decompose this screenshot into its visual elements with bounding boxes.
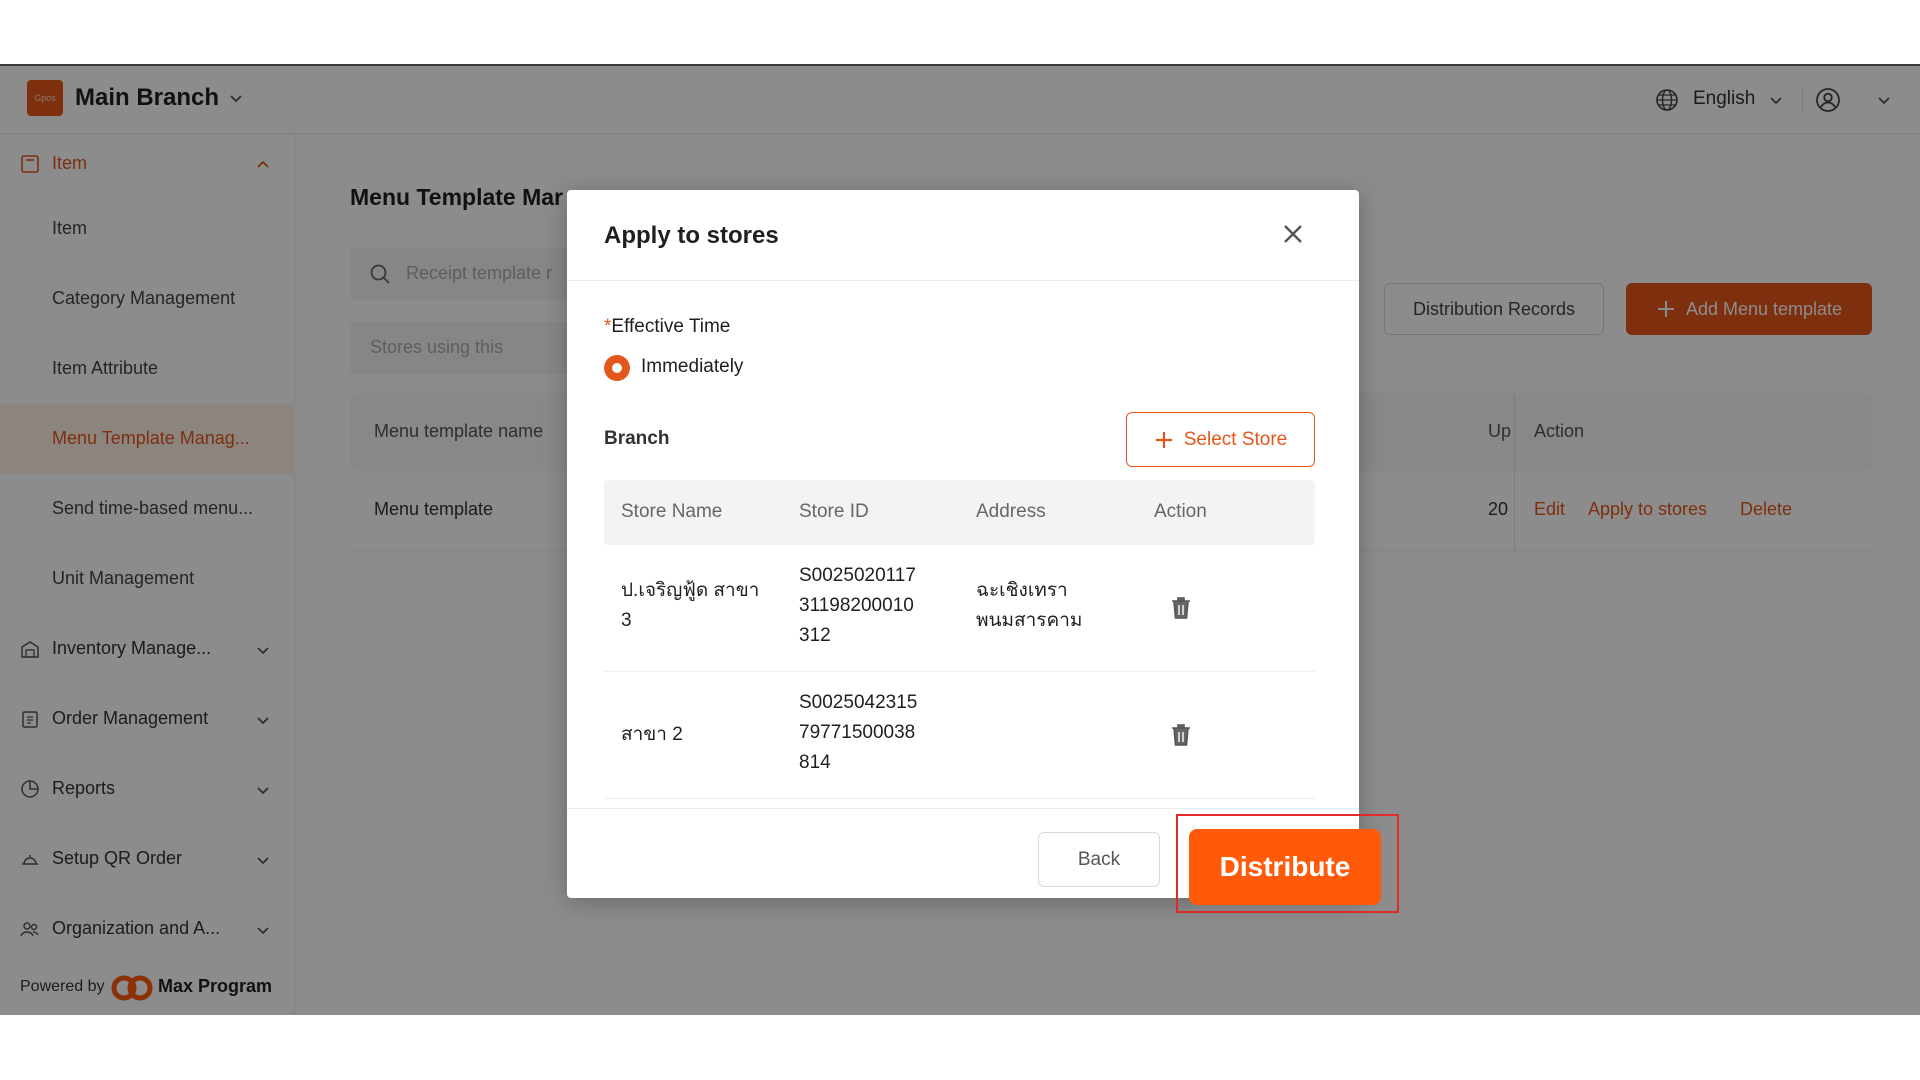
back-button[interactable]: Back xyxy=(1038,832,1160,887)
store-name-line: ป.เจริญฟู้ด สาขา xyxy=(621,580,760,601)
store-name-line: สาขา 2 xyxy=(621,724,683,745)
trash-icon[interactable] xyxy=(1168,722,1194,748)
column-header-store-id: Store ID xyxy=(799,501,869,522)
store-name-cell: ป.เจริญฟู้ด สาขา 3 xyxy=(621,576,759,636)
table-row: สาขา 2 S0025042315 79771500038 814 xyxy=(604,672,1315,799)
dialog-title: Apply to stores xyxy=(604,222,779,249)
store-name-line: 3 xyxy=(621,610,632,631)
store-id-line: 814 xyxy=(799,752,831,773)
address-cell: ฉะเชิงเทรา พนมสารคาม xyxy=(976,576,1082,636)
distribute-button[interactable]: Distribute xyxy=(1189,829,1381,905)
effective-time-label: *Effective Time xyxy=(604,316,730,338)
trash-icon[interactable] xyxy=(1168,595,1194,621)
store-id-line: 79771500038 xyxy=(799,722,916,743)
effective-time-text: Effective Time xyxy=(611,316,731,337)
address-line: ฉะเชิงเทรา xyxy=(976,580,1068,601)
branch-label: Branch xyxy=(604,428,670,449)
immediately-radio[interactable] xyxy=(604,355,630,381)
app-window: Gpos Main Branch English Item Item Categ… xyxy=(0,64,1920,1015)
divider xyxy=(567,808,1359,809)
divider xyxy=(567,280,1359,281)
table-row: ป.เจริญฟู้ด สาขา 3 S0025020117 311982000… xyxy=(604,545,1315,672)
store-id-line: 31198200010 xyxy=(799,595,914,616)
address-line: พนมสารคาม xyxy=(976,610,1083,631)
close-icon[interactable] xyxy=(1279,220,1307,248)
select-store-button[interactable]: Select Store xyxy=(1126,412,1315,467)
store-id-line: 312 xyxy=(799,625,831,646)
store-table-header: Store Name Store ID Address Action xyxy=(604,480,1315,545)
store-id-cell: S0025020117 31198200010 312 xyxy=(799,561,916,651)
select-store-label: Select Store xyxy=(1183,428,1288,450)
column-header-store-name: Store Name xyxy=(621,501,723,522)
store-id-cell: S0025042315 79771500038 814 xyxy=(799,688,917,778)
immediately-label[interactable]: Immediately xyxy=(641,356,743,378)
column-header-action: Action xyxy=(1154,501,1207,522)
store-id-line: S0025020117 xyxy=(799,565,916,586)
store-id-line: S0025042315 xyxy=(799,692,918,713)
store-name-cell: สาขา 2 xyxy=(621,720,683,750)
column-header-address: Address xyxy=(976,501,1046,522)
plus-icon xyxy=(1155,431,1172,448)
apply-to-stores-dialog: Apply to stores *Effective Time Immediat… xyxy=(567,190,1359,898)
